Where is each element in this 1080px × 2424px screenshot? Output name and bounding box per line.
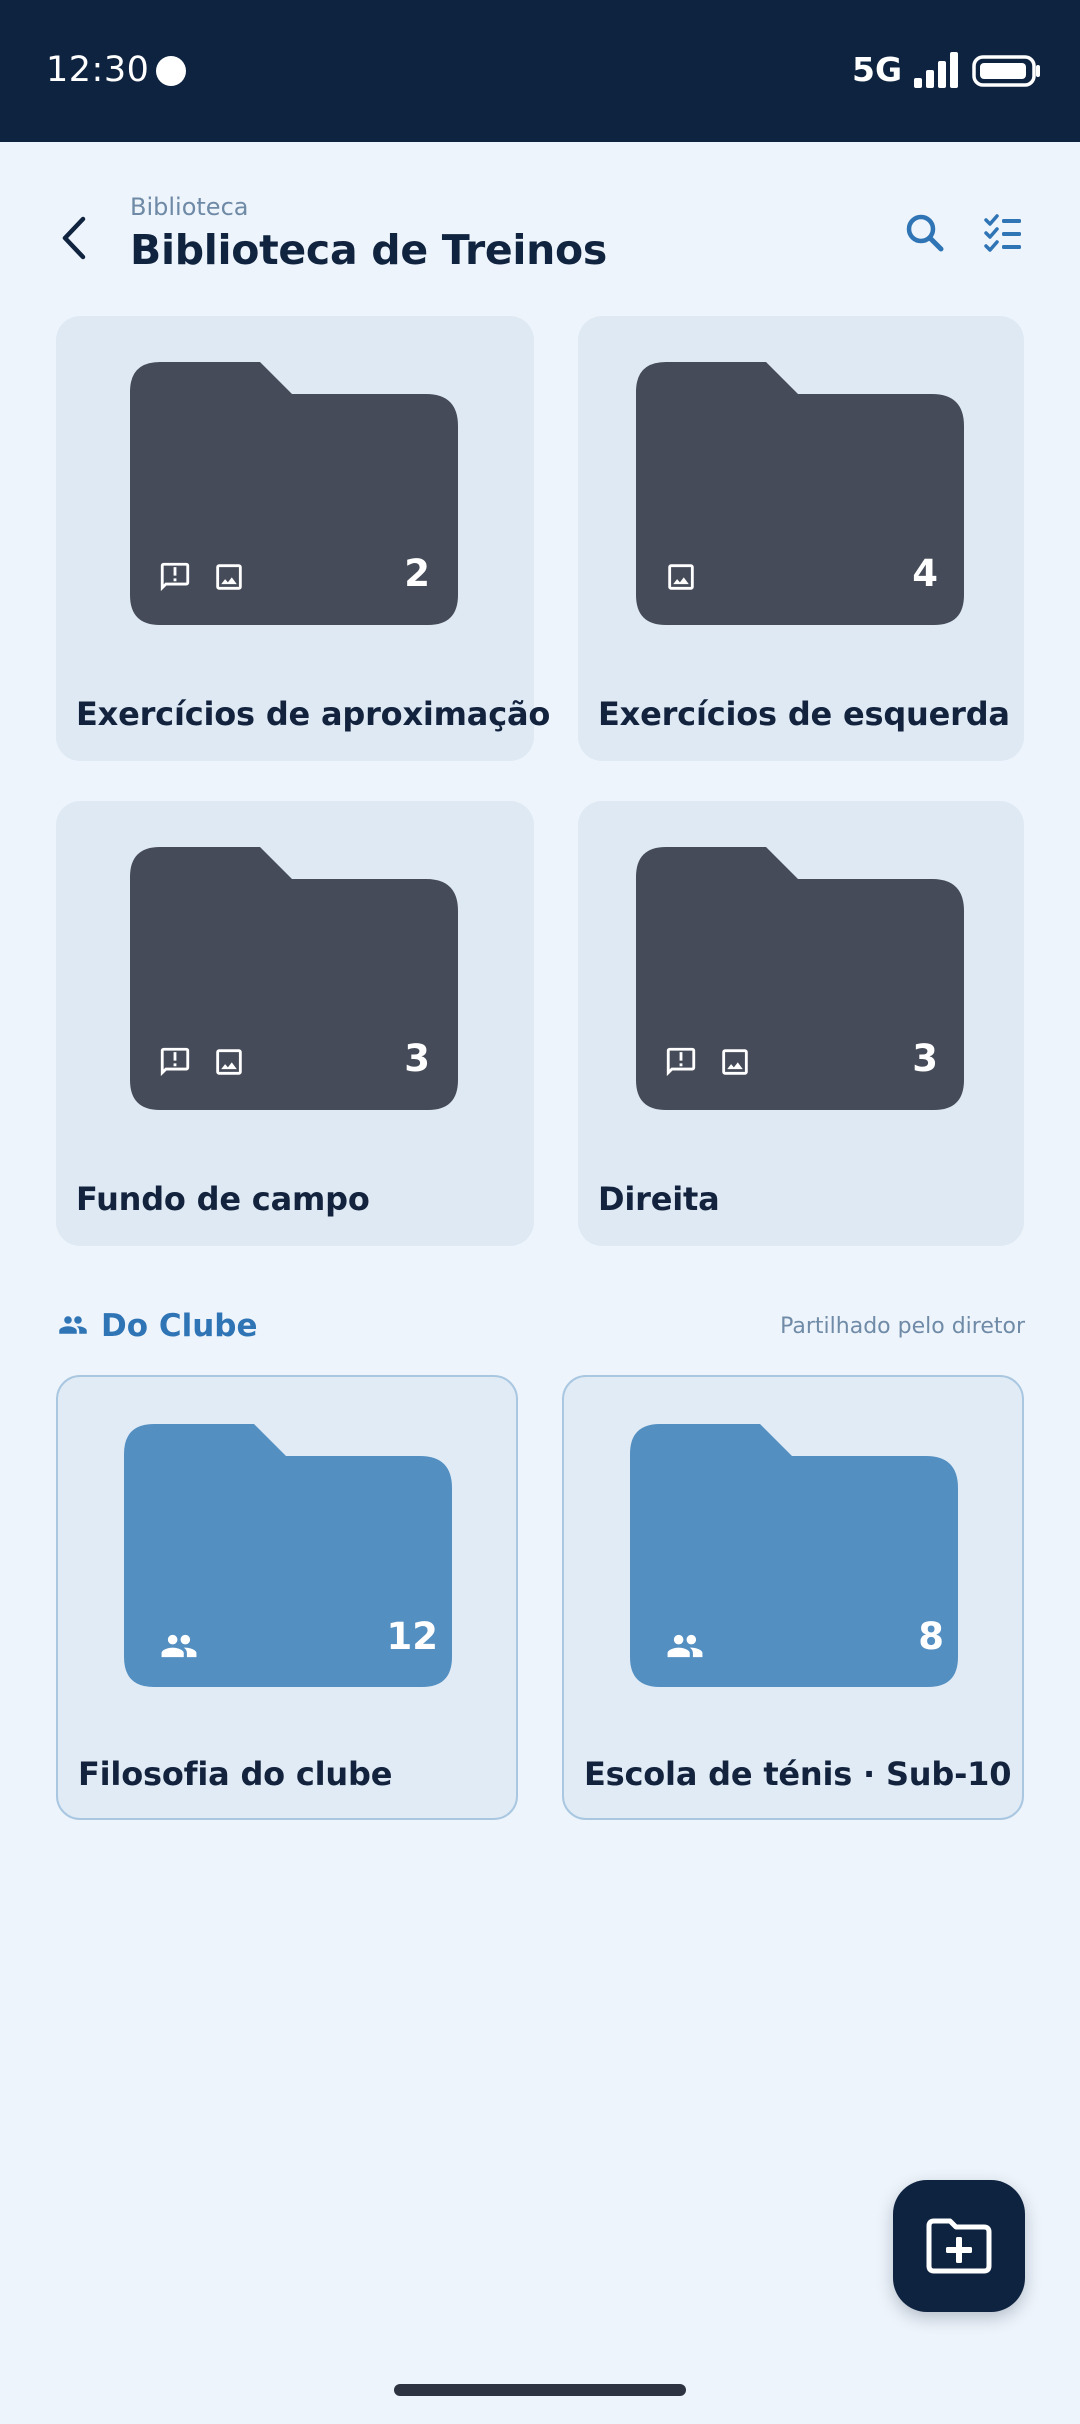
folder-item-count: 2 [404,552,430,595]
folder-card[interactable]: 3 Direita [578,801,1024,1246]
group-icon [160,1627,198,1665]
signal-icon [914,52,958,88]
back-button[interactable] [50,208,98,268]
status-bar: 12:30 5G [0,0,1080,142]
breadcrumb[interactable]: Biblioteca [130,192,248,222]
folder-title: Escola de ténis · Sub-10 [584,1755,1012,1793]
group-icon [55,1310,91,1340]
image-icon [212,1045,246,1079]
page-title: Biblioteca de Treinos [130,226,608,274]
folder-badges [666,1627,704,1665]
section-title: Do Clube [101,1308,258,1344]
network-type: 5G [852,50,903,89]
chevron-left-icon [62,216,86,260]
search-button[interactable] [900,208,950,258]
folder-title: Fundo de campo [76,1180,370,1218]
checklist-icon [984,214,1021,252]
section-note: Partilhado pelo diretor [780,1314,1025,1339]
create-folder-button[interactable] [893,2180,1025,2312]
folder-item-count: 3 [912,1037,938,1080]
search-icon [906,214,944,252]
folder-card[interactable]: 4 Exercícios de esquerda [578,316,1024,761]
shared-folder-card[interactable]: 12 Filosofia do clube [56,1375,518,1820]
folder-title: Exercícios de esquerda [598,695,1010,733]
club-section-header: Do Clube Partilhado pelo diretor [55,1302,1025,1352]
folder-badges [160,1627,198,1665]
folder-title: Direita [598,1180,720,1218]
feedback-icon [158,560,192,594]
folder-title: Exercícios de aproximação [76,695,551,733]
folder-badges [158,1045,246,1079]
folder-card[interactable]: 3 Fundo de campo [56,801,534,1246]
home-indicator[interactable] [394,2384,686,2396]
image-icon [664,560,698,594]
folder-card[interactable]: 2 Exercícios de aproximação [56,316,550,761]
folder-title: Filosofia do clube [78,1755,393,1793]
image-icon [212,560,246,594]
notification-dot-icon [156,56,186,86]
feedback-icon [158,1045,192,1079]
shared-folder-card[interactable]: 8 Escola de ténis · Sub-10 [562,1375,1024,1820]
folder-item-count: 3 [404,1037,430,1080]
select-items-button[interactable] [978,208,1028,258]
image-icon [718,1045,752,1079]
folder-badges [158,560,246,594]
folder-item-count: 12 [386,1615,439,1658]
status-time: 12:30 [46,50,150,90]
folder-badges [664,1045,752,1079]
folder-item-count: 4 [912,552,938,595]
create-folder-icon [926,2218,992,2274]
folder-badges [664,560,698,594]
folder-item-count: 8 [918,1615,944,1658]
group-icon [666,1627,704,1665]
feedback-icon [664,1045,698,1079]
battery-icon [972,55,1040,87]
app-header: Biblioteca Biblioteca de Treinos [0,142,1080,302]
